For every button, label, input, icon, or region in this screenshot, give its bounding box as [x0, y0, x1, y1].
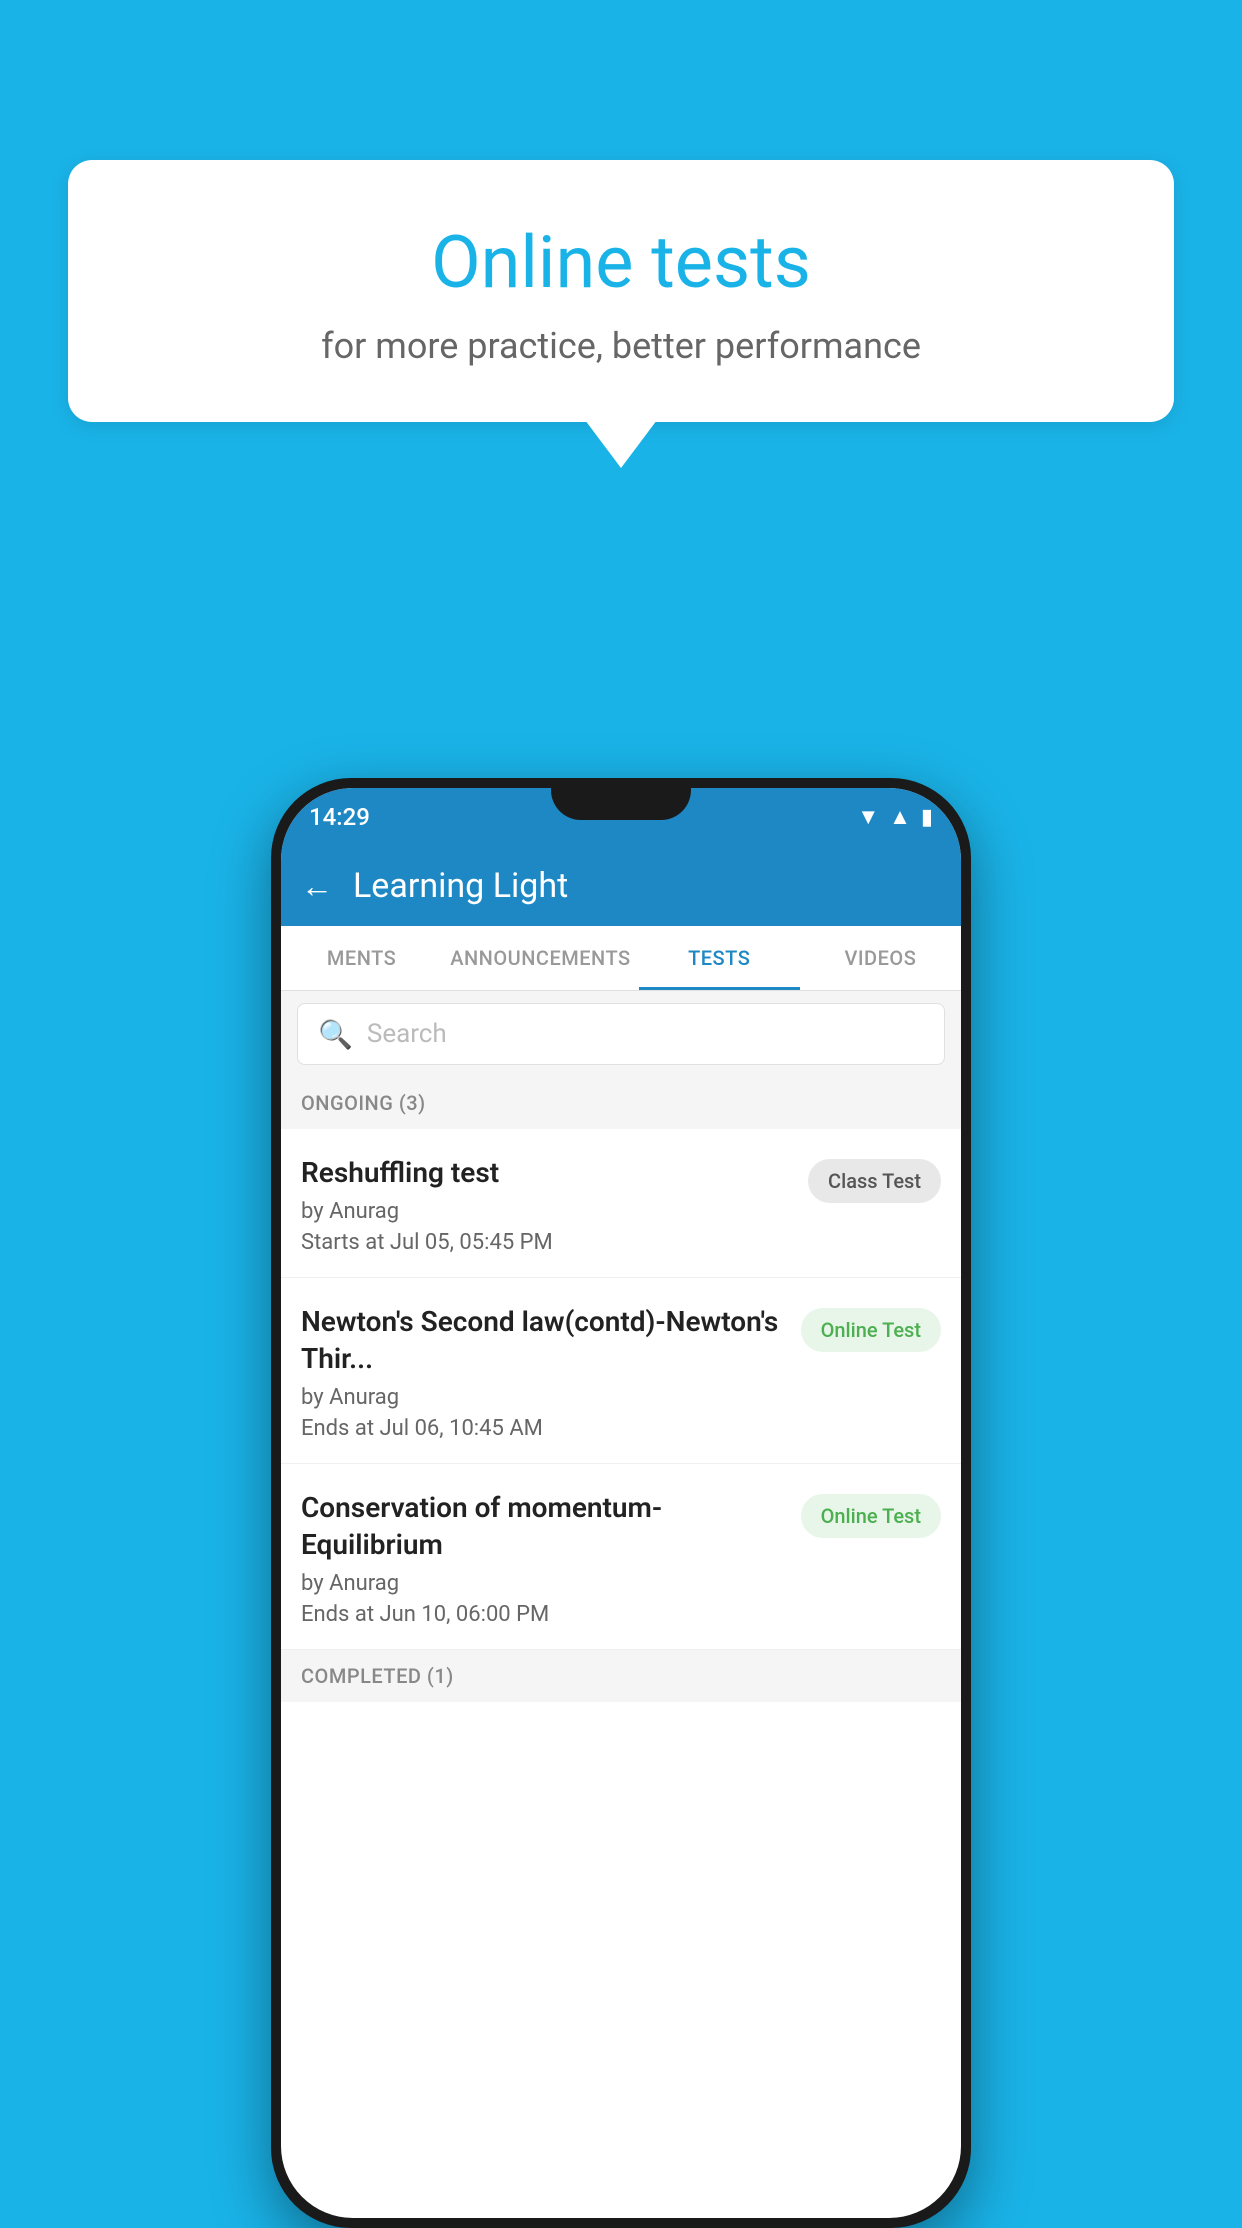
- wifi-icon: ▼: [857, 804, 879, 830]
- speech-bubble: Online tests for more practice, better p…: [68, 160, 1174, 422]
- test-badge-3: Online Test: [801, 1494, 941, 1538]
- ongoing-section-title: ONGOING (3): [301, 1091, 426, 1115]
- test-item-3[interactable]: Conservation of momentum-Equilibrium by …: [281, 1464, 961, 1650]
- back-button[interactable]: ←: [301, 867, 333, 905]
- test-date-1: Starts at Jul 05, 05:45 PM: [301, 1230, 792, 1255]
- test-name-3: Conservation of momentum-Equilibrium: [301, 1490, 785, 1563]
- test-author-2: by Anurag: [301, 1385, 785, 1410]
- test-item-1[interactable]: Reshuffling test by Anurag Starts at Jul…: [281, 1129, 961, 1278]
- test-name-2: Newton's Second law(contd)-Newton's Thir…: [301, 1304, 785, 1377]
- speech-bubble-container: Online tests for more practice, better p…: [68, 160, 1174, 422]
- test-author-3: by Anurag: [301, 1571, 785, 1596]
- app-bar: ← Learning Light: [281, 846, 961, 926]
- test-name-1: Reshuffling test: [301, 1155, 792, 1191]
- test-author-1: by Anurag: [301, 1199, 792, 1224]
- test-date-3: Ends at Jun 10, 06:00 PM: [301, 1602, 785, 1627]
- phone-frame: 14:29 ▼ ▲ ▮ ← Learning Light MENTS ANNOU…: [271, 778, 971, 2228]
- app-title: Learning Light: [353, 866, 568, 906]
- status-time: 14:29: [309, 803, 370, 831]
- tab-ments[interactable]: MENTS: [281, 926, 442, 990]
- search-bar[interactable]: 🔍 Search: [297, 1003, 945, 1065]
- completed-section-header: COMPLETED (1): [281, 1650, 961, 1702]
- tab-tests[interactable]: TESTS: [639, 926, 800, 990]
- test-date-2: Ends at Jul 06, 10:45 AM: [301, 1416, 785, 1441]
- tab-announcements[interactable]: ANNOUNCEMENTS: [442, 926, 638, 990]
- ongoing-section-header: ONGOING (3): [281, 1077, 961, 1129]
- test-info-3: Conservation of momentum-Equilibrium by …: [301, 1490, 801, 1627]
- phone-screen: 14:29 ▼ ▲ ▮ ← Learning Light MENTS ANNOU…: [281, 788, 961, 2218]
- completed-section-title: COMPLETED (1): [301, 1664, 454, 1688]
- tab-videos[interactable]: VIDEOS: [800, 926, 961, 990]
- search-icon: 🔍: [318, 1018, 353, 1051]
- test-badge-1: Class Test: [808, 1159, 941, 1203]
- battery-icon: ▮: [921, 805, 933, 830]
- status-icons: ▼ ▲ ▮: [857, 804, 933, 830]
- test-badge-2: Online Test: [801, 1308, 941, 1352]
- search-input[interactable]: Search: [367, 1019, 447, 1049]
- speech-bubble-subtitle: for more practice, better performance: [118, 325, 1124, 367]
- speech-bubble-title: Online tests: [118, 220, 1124, 305]
- test-item-2[interactable]: Newton's Second law(contd)-Newton's Thir…: [281, 1278, 961, 1464]
- test-info-1: Reshuffling test by Anurag Starts at Jul…: [301, 1155, 808, 1255]
- signal-icon: ▲: [889, 804, 911, 830]
- tabs-container: MENTS ANNOUNCEMENTS TESTS VIDEOS: [281, 926, 961, 991]
- phone-notch: [551, 778, 691, 820]
- test-info-2: Newton's Second law(contd)-Newton's Thir…: [301, 1304, 801, 1441]
- test-list: Reshuffling test by Anurag Starts at Jul…: [281, 1129, 961, 1650]
- search-bar-container: 🔍 Search: [281, 991, 961, 1077]
